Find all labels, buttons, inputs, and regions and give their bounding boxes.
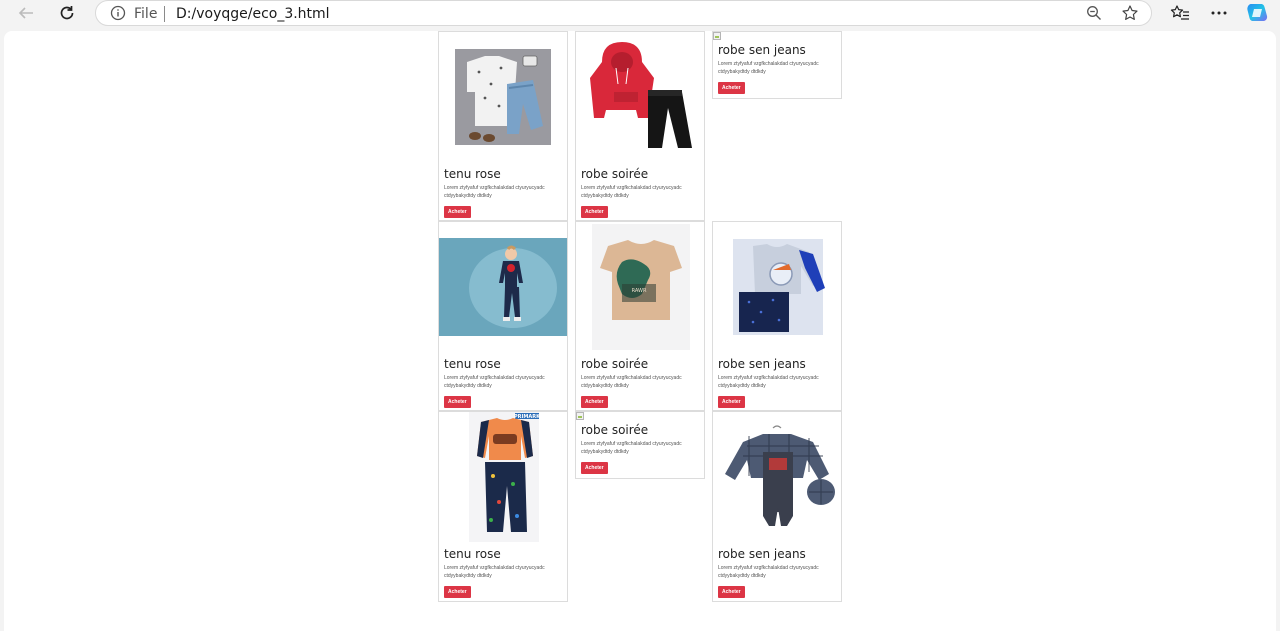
product-image [439,222,567,352]
product-image [713,412,841,542]
card-body: robe soirée Lorem ztyfyafuf vzgfkchalakd… [581,356,700,408]
card-title: robe soirée [581,167,649,181]
card-text: Lorem ztyfyafuf vzgfkchalakdad ctyuryucy… [444,185,545,199]
product-image [439,32,567,162]
card-body: tenu rose Lorem ztyfyafuf vzgfkchalakdad… [444,546,563,598]
product-card: RAWR robe soirée Lorem ztyfyafuf vzgfkch… [575,221,705,411]
card-body: robe sen jeans Lorem ztyfyafuf vzgfkchal… [718,356,837,408]
address-bar[interactable]: File D:/voyqge/eco_3.html [95,0,1152,26]
back-arrow-icon[interactable] [13,2,39,24]
card-body: robe soirée Lorem ztyfyafuf vzgfkchalakd… [581,166,700,218]
product-card: robe sen jeans Lorem ztyfyafuf vzgfkchal… [712,221,842,411]
card-title: robe sen jeans [718,547,806,561]
copilot-icon[interactable] [1245,2,1271,24]
buy-button[interactable]: Acheter [444,396,471,408]
address-scheme-label: File [134,6,158,22]
buy-button[interactable]: Acheter [581,396,608,408]
buy-button[interactable]: Acheter [718,586,745,598]
card-text: Lorem ztyfyafuf vzgfkchalakdad ctyuryucy… [581,375,682,389]
star-icon[interactable] [1121,4,1139,27]
address-separator [164,6,165,22]
info-icon[interactable] [110,5,126,26]
product-card: PRIMARK tenu rose Lorem ztyfyafuf vzgfkc… [438,411,568,602]
favorites-icon[interactable] [1167,2,1193,24]
product-card: robe sen jeans Lorem ztyfyafuf vzgfkchal… [712,31,842,99]
buy-button[interactable]: Acheter [581,462,608,474]
card-text: Lorem ztyfyafuf vzgfkchalakdad ctyuryucy… [581,185,682,199]
buy-button[interactable]: Acheter [718,82,745,94]
card-text: Lorem ztyfyafuf vzgfkchalakdad ctyuryucy… [444,565,545,579]
card-text: Lorem ztyfyafuf vzgfkchalakdad ctyuryucy… [718,375,819,389]
more-icon[interactable] [1206,2,1232,24]
product-card: robe sen jeans Lorem ztyfyafuf vzgfkchal… [712,411,842,602]
svg-text:RAWR: RAWR [632,288,647,294]
card-title: robe sen jeans [718,357,806,371]
card-body: tenu rose Lorem ztyfyafuf vzgfkchalakdad… [444,356,563,408]
page-viewport: tenu rose Lorem ztyfyafuf vzgfkchalakdad… [4,31,1276,631]
product-image: RAWR [576,222,704,352]
browser-toolbar: File D:/voyqge/eco_3.html [0,0,1280,28]
buy-button[interactable]: Acheter [718,396,745,408]
broken-image-icon [576,412,584,420]
product-image: PRIMARK [439,412,567,542]
card-body: tenu rose Lorem ztyfyafuf vzgfkchalakdad… [444,166,563,218]
zoom-out-icon[interactable] [1086,5,1102,26]
card-title: robe soirée [581,423,649,437]
card-title: robe sen jeans [718,43,806,57]
product-card: robe soirée Lorem ztyfyafuf vzgfkchalakd… [575,31,705,221]
card-title: tenu rose [444,167,501,181]
card-text: Lorem ztyfyafuf vzgfkchalakdad ctyuryucy… [718,61,819,75]
product-card: robe soirée Lorem ztyfyafuf vzgfkchalakd… [575,411,705,479]
product-card: tenu rose Lorem ztyfyafuf vzgfkchalakdad… [438,221,568,411]
product-image [713,222,841,352]
address-url[interactable]: D:/voyqge/eco_3.html [176,6,330,22]
product-card: tenu rose Lorem ztyfyafuf vzgfkchalakdad… [438,31,568,221]
broken-image-icon [713,32,721,40]
product-image [576,32,704,162]
card-text: Lorem ztyfyafuf vzgfkchalakdad ctyuryucy… [718,565,819,579]
buy-button[interactable]: Acheter [444,586,471,598]
card-title: tenu rose [444,547,501,561]
buy-button[interactable]: Acheter [581,206,608,218]
card-title: tenu rose [444,357,501,371]
image-badge: PRIMARK [514,414,541,420]
card-body: robe sen jeans Lorem ztyfyafuf vzgfkchal… [718,546,837,598]
card-body: robe sen jeans Lorem ztyfyafuf vzgfkchal… [718,42,837,94]
card-text: Lorem ztyfyafuf vzgfkchalakdad ctyuryucy… [581,441,682,455]
card-body: robe soirée Lorem ztyfyafuf vzgfkchalakd… [581,422,700,474]
reload-icon[interactable] [54,2,80,24]
buy-button[interactable]: Acheter [444,206,471,218]
card-text: Lorem ztyfyafuf vzgfkchalakdad ctyuryucy… [444,375,545,389]
card-title: robe soirée [581,357,649,371]
